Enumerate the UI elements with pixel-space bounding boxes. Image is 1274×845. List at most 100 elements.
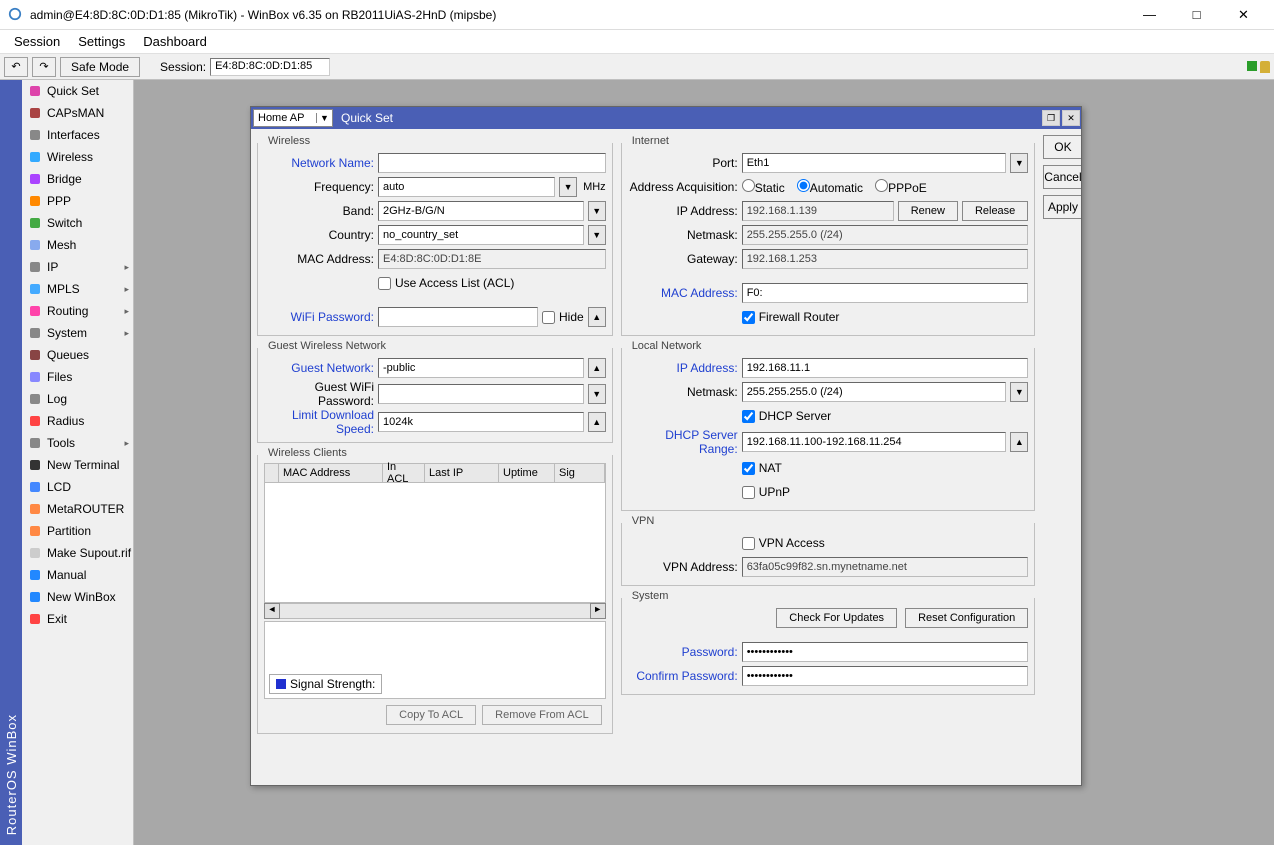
chevron-down-icon[interactable]: ▼ <box>588 201 606 221</box>
sidebar-item-capsman[interactable]: CAPsMAN <box>22 102 133 124</box>
chevron-down-icon[interactable]: ▼ <box>559 177 577 197</box>
sidebar-item-label: Manual <box>47 568 86 582</box>
automatic-radio[interactable]: Automatic <box>797 179 863 195</box>
firewall-checkbox[interactable]: Firewall Router <box>742 310 840 324</box>
menu-settings[interactable]: Settings <box>78 34 125 49</box>
frequency-input[interactable] <box>378 177 555 197</box>
sidebar-item-queues[interactable]: Queues <box>22 344 133 366</box>
local-ip-input[interactable] <box>742 358 1029 378</box>
remove-from-acl-button[interactable]: Remove From ACL <box>482 705 602 725</box>
chevron-up-icon[interactable]: ▲ <box>588 358 606 378</box>
release-button[interactable]: Release <box>962 201 1028 221</box>
col-acl[interactable]: In ACL <box>383 464 425 482</box>
confirm-password-input[interactable] <box>742 666 1029 686</box>
copy-to-acl-button[interactable]: Copy To ACL <box>386 705 476 725</box>
sidebar-item-label: Queues <box>47 348 89 362</box>
scroll-left-icon[interactable]: ◄ <box>264 603 280 619</box>
apply-button[interactable]: Apply <box>1043 195 1081 219</box>
clients-table-body[interactable] <box>264 483 606 603</box>
sidebar-item-system[interactable]: System▸ <box>22 322 133 344</box>
cancel-button[interactable]: Cancel <box>1043 165 1081 189</box>
pppoe-radio[interactable]: PPPoE <box>875 179 927 195</box>
close-button[interactable]: ✕ <box>1221 1 1266 29</box>
sidebar-item-interfaces[interactable]: Interfaces <box>22 124 133 146</box>
sidebar-item-new-winbox[interactable]: New WinBox <box>22 586 133 608</box>
redo-button[interactable]: ↷ <box>32 57 56 77</box>
sidebar-item-manual[interactable]: Manual <box>22 564 133 586</box>
system-fieldset: System Check For Updates Reset Configura… <box>621 598 1036 695</box>
sidebar-item-files[interactable]: Files <box>22 366 133 388</box>
guest-password-input[interactable] <box>378 384 584 404</box>
sidebar-item-routing[interactable]: Routing▸ <box>22 300 133 322</box>
chevron-down-icon[interactable]: ▼ <box>588 225 606 245</box>
sidebar-item-ppp[interactable]: PPP <box>22 190 133 212</box>
chevron-down-icon[interactable]: ▼ <box>1010 153 1028 173</box>
quick-set-titlebar[interactable]: Home AP ▼ Quick Set ❐ ✕ <box>251 107 1081 129</box>
scroll-track[interactable] <box>280 603 590 619</box>
chevron-up-icon[interactable]: ▲ <box>588 307 606 327</box>
dhcp-checkbox[interactable]: DHCP Server <box>742 409 831 423</box>
mode-dropdown[interactable]: Home AP ▼ <box>253 109 333 127</box>
port-input[interactable] <box>742 153 1007 173</box>
signal-chart: Signal Strength: <box>264 621 606 699</box>
safe-mode-button[interactable]: Safe Mode <box>60 57 140 77</box>
sidebar-item-ip[interactable]: IP▸ <box>22 256 133 278</box>
mode-value: Home AP <box>254 112 316 124</box>
upnp-checkbox[interactable]: UPnP <box>742 485 790 499</box>
inet-mac-input[interactable] <box>742 283 1029 303</box>
minimize-button[interactable]: — <box>1127 1 1172 29</box>
country-input[interactable] <box>378 225 584 245</box>
sidebar-item-wireless[interactable]: Wireless <box>22 146 133 168</box>
undo-button[interactable]: ↶ <box>4 57 28 77</box>
ok-button[interactable]: OK <box>1043 135 1081 159</box>
chevron-down-icon[interactable]: ▼ <box>316 113 332 123</box>
menu-dashboard[interactable]: Dashboard <box>143 34 207 49</box>
sidebar-item-exit[interactable]: Exit <box>22 608 133 630</box>
sidebar-item-radius[interactable]: Radius <box>22 410 133 432</box>
sidebar-item-bridge[interactable]: Bridge <box>22 168 133 190</box>
close-icon[interactable]: ✕ <box>1062 110 1080 126</box>
vpn-access-checkbox[interactable]: VPN Access <box>742 536 825 550</box>
scroll-right-icon[interactable]: ► <box>590 603 606 619</box>
sidebar-item-switch[interactable]: Switch <box>22 212 133 234</box>
band-input[interactable] <box>378 201 584 221</box>
sidebar-item-new-terminal[interactable]: New Terminal <box>22 454 133 476</box>
sidebar-item-metarouter[interactable]: MetaROUTER <box>22 498 133 520</box>
menu-session[interactable]: Session <box>14 34 60 49</box>
sidebar-item-quick-set[interactable]: Quick Set <box>22 80 133 102</box>
maximize-button[interactable]: □ <box>1174 1 1219 29</box>
col-lastip[interactable]: Last IP <box>425 464 499 482</box>
col-uptime[interactable]: Uptime <box>499 464 555 482</box>
network-name-input[interactable] <box>378 153 606 173</box>
renew-button[interactable]: Renew <box>898 201 958 221</box>
check-updates-button[interactable]: Check For Updates <box>776 608 897 628</box>
restore-icon[interactable]: ❐ <box>1042 110 1060 126</box>
sidebar-item-log[interactable]: Log <box>22 388 133 410</box>
sidebar-item-label: Mesh <box>47 238 76 252</box>
static-radio[interactable]: Static <box>742 179 785 195</box>
sidebar-item-partition[interactable]: Partition <box>22 520 133 542</box>
sidebar-item-mpls[interactable]: MPLS▸ <box>22 278 133 300</box>
sidebar-item-mesh[interactable]: Mesh <box>22 234 133 256</box>
acl-checkbox[interactable]: Use Access List (ACL) <box>378 276 514 290</box>
reset-config-button[interactable]: Reset Configuration <box>905 608 1028 628</box>
nat-checkbox[interactable]: NAT <box>742 461 782 475</box>
workspace: Home AP ▼ Quick Set ❐ ✕ Wireless Network <box>134 80 1274 845</box>
local-mask-input[interactable] <box>742 382 1007 402</box>
hide-checkbox[interactable]: Hide <box>542 310 584 324</box>
col-sig[interactable]: Sig <box>555 464 605 482</box>
chevron-down-icon[interactable]: ▼ <box>588 384 606 404</box>
password-input[interactable] <box>742 642 1029 662</box>
chevron-up-icon[interactable]: ▲ <box>588 412 606 432</box>
sidebar-item-tools[interactable]: Tools▸ <box>22 432 133 454</box>
guest-network-input[interactable] <box>378 358 584 378</box>
wifi-password-input[interactable] <box>378 307 538 327</box>
chevron-down-icon[interactable]: ▼ <box>1010 382 1028 402</box>
chevron-up-icon[interactable]: ▲ <box>1010 432 1028 452</box>
sidebar-item-lcd[interactable]: LCD <box>22 476 133 498</box>
capsman-icon <box>28 106 42 120</box>
col-mac[interactable]: MAC Address <box>279 464 383 482</box>
dhcp-range-input[interactable] <box>742 432 1007 452</box>
limit-input[interactable] <box>378 412 584 432</box>
sidebar-item-make-supout-rif[interactable]: Make Supout.rif <box>22 542 133 564</box>
